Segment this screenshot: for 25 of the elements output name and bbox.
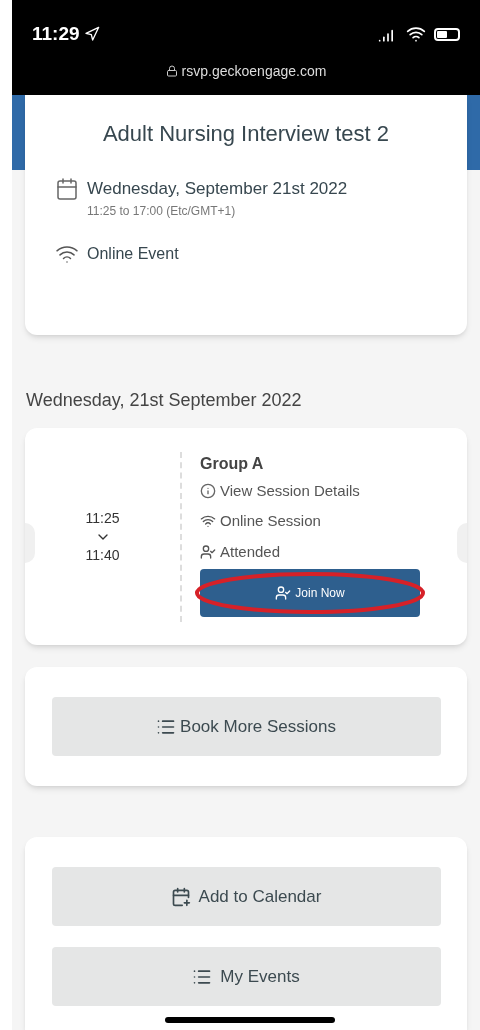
- battery-icon: [434, 27, 460, 41]
- event-time: 11:25 to 17:00 (Etc/GMT+1): [87, 202, 237, 220]
- lock-icon: [165, 65, 178, 77]
- session-details-link[interactable]: View Session Details: [220, 479, 360, 502]
- start-time: 11:25: [85, 508, 120, 528]
- wifi-icon: [200, 513, 216, 530]
- url-text[interactable]: rsvp.geckoengage.com: [181, 60, 327, 82]
- calendar-plus-icon: [170, 886, 191, 907]
- clock-time: 11:29: [32, 22, 80, 46]
- event-title: Adult Nursing Interview test 2: [101, 120, 391, 148]
- info-icon: [200, 482, 216, 499]
- section-date: Wednesday, 21st September 2022: [26, 389, 303, 412]
- end-time: 11:40: [85, 545, 120, 565]
- user-check-icon: [200, 543, 216, 560]
- event-location: Online Event: [87, 243, 179, 264]
- event-date: Wednesday, September 21st 2022: [87, 178, 348, 200]
- calendar-icon: [55, 177, 79, 201]
- location-arrow-icon: [83, 26, 100, 43]
- my-events-button[interactable]: My Events: [51, 947, 441, 1006]
- session-location: Online Session: [220, 511, 321, 531]
- user-check-icon: [275, 585, 292, 601]
- add-to-calendar-button[interactable]: Add to Calendar: [51, 867, 441, 926]
- book-more-sessions-button[interactable]: Book More Sessions: [51, 697, 441, 756]
- attendance-status: Attended: [220, 541, 281, 562]
- session-name: Group A: [200, 453, 265, 474]
